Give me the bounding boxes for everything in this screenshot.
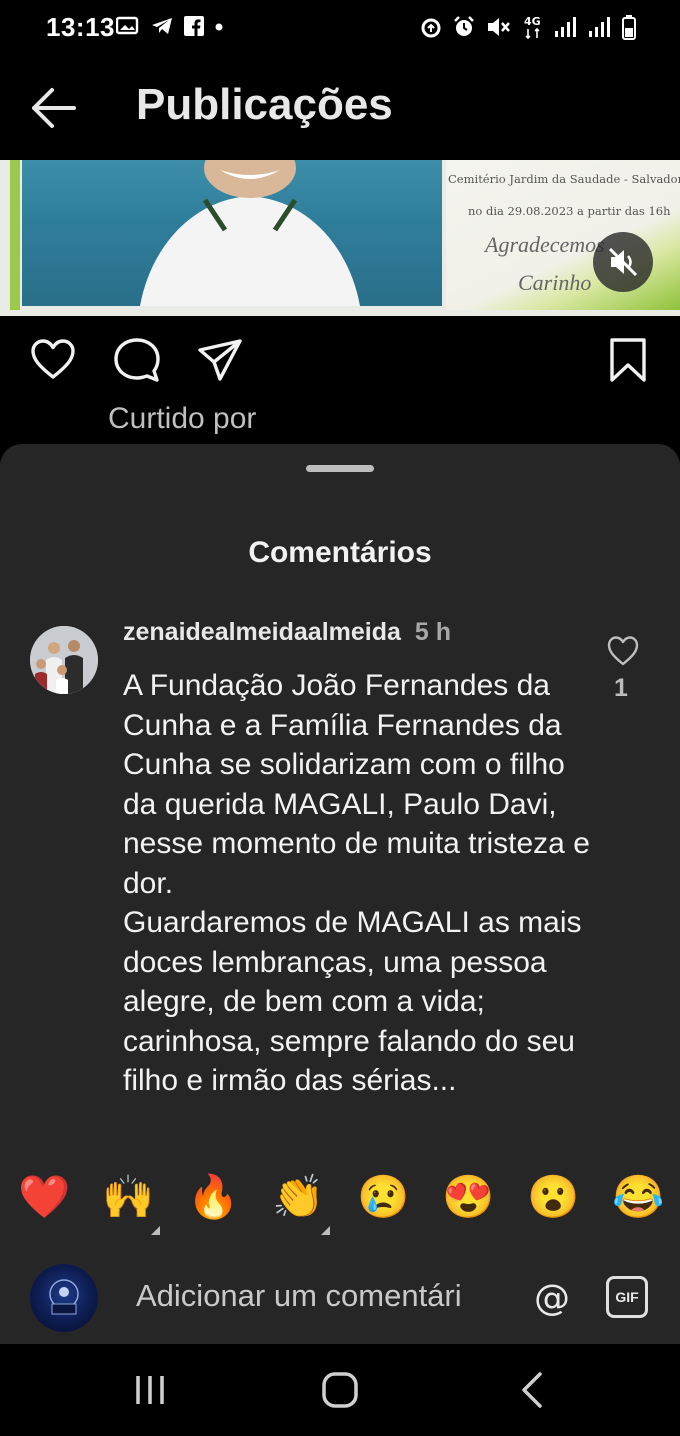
share-icon[interactable] (196, 336, 244, 384)
emoji-bar: ❤️ 🙌 🔥 👏 😢 😍 😮 😂 (0, 1172, 680, 1235)
page-title: Publicações (136, 80, 393, 129)
app-header: Publicações (0, 56, 680, 160)
emoji-crying[interactable]: 😢 (357, 1172, 409, 1222)
signal-icon (589, 17, 610, 37)
facebook-icon (184, 16, 204, 36)
gif-button[interactable]: GIF (606, 1276, 648, 1318)
emoji-surprised[interactable]: 😮 (527, 1172, 579, 1222)
liked-by-text[interactable]: Curtido por (108, 402, 256, 436)
image-notification-icon (116, 16, 139, 35)
telegram-icon (152, 18, 172, 34)
system-nav-bar (0, 1344, 680, 1436)
heart-icon[interactable] (29, 336, 77, 384)
current-user-avatar-image (49, 1279, 79, 1315)
status-time: 13:13 (46, 12, 115, 42)
battery-icon (622, 15, 636, 40)
post-image-border (10, 160, 20, 310)
recent-apps-icon[interactable] (132, 1372, 168, 1408)
comment-time: 5 h (414, 618, 452, 646)
comment-username[interactable]: zenaidealmeidaalmeida (123, 618, 401, 646)
post-image[interactable]: Cemitério Jardim da Saudade - Salvador n… (0, 160, 680, 316)
sheet-drag-handle[interactable] (306, 465, 374, 472)
emoji-heart[interactable]: ❤️ (18, 1172, 70, 1222)
comments-sheet: Comentários zenaidealmeidaalmeida 5 h A F… (0, 444, 680, 1344)
person-photo (140, 160, 360, 306)
emoji-heart-eyes[interactable]: 😍 (442, 1172, 494, 1222)
skin-tone-indicator (321, 1226, 330, 1235)
alarm-icon (454, 16, 474, 36)
post-caption-line: Cemitério Jardim da Saudade - Salvador (448, 172, 680, 186)
sheet-title: Comentários (248, 536, 432, 569)
speaker-muted-icon (608, 247, 638, 277)
post-caption-line: Carinho (518, 270, 592, 295)
4g-icon: 4G (524, 15, 541, 40)
home-icon[interactable] (320, 1370, 360, 1410)
mention-label: @ (534, 1278, 570, 1319)
comment-text: A Fundação João Fernandes da Cunha e a F… (123, 669, 590, 1097)
skin-tone-indicator (151, 1226, 160, 1235)
status-left-icons (116, 16, 224, 36)
comment-like-count: 1 (614, 674, 628, 702)
emoji-raising-hands[interactable]: 🙌 (102, 1172, 154, 1222)
emoji-clapping[interactable]: 👏 (272, 1172, 324, 1222)
comment-icon[interactable] (113, 336, 161, 384)
signal-icon (555, 17, 576, 37)
back-icon[interactable] (514, 1370, 550, 1410)
status-bar: 13:13 4G (0, 0, 680, 56)
avatar-photo (30, 626, 98, 694)
mute-icon (488, 18, 510, 36)
current-user-avatar (30, 1264, 98, 1332)
status-right-icons: 4G (420, 14, 636, 40)
dot-icon (215, 23, 223, 31)
bookmark-icon[interactable] (604, 336, 652, 384)
emoji-fire[interactable]: 🔥 (187, 1172, 239, 1222)
comment-like-icon[interactable] (606, 634, 640, 668)
post-actions: Curtido por (0, 316, 680, 446)
data-saver-icon (421, 18, 441, 38)
post-caption-line: no dia 29.08.2023 a partir das 16h (468, 204, 671, 218)
comment-author[interactable]: zenaidealmeidaalmeida 5 h (123, 618, 451, 647)
emoji-laughing[interactable]: 😂 (612, 1172, 664, 1222)
avatar[interactable] (30, 626, 98, 694)
comment-input[interactable]: Adicionar um comentári (136, 1278, 502, 1314)
arrow-left-icon[interactable] (28, 86, 78, 130)
mute-button[interactable] (593, 232, 653, 292)
mention-button[interactable]: @ (530, 1274, 576, 1320)
post-caption-line: Agradecemos (485, 232, 605, 257)
svg-text:4G: 4G (524, 15, 541, 28)
